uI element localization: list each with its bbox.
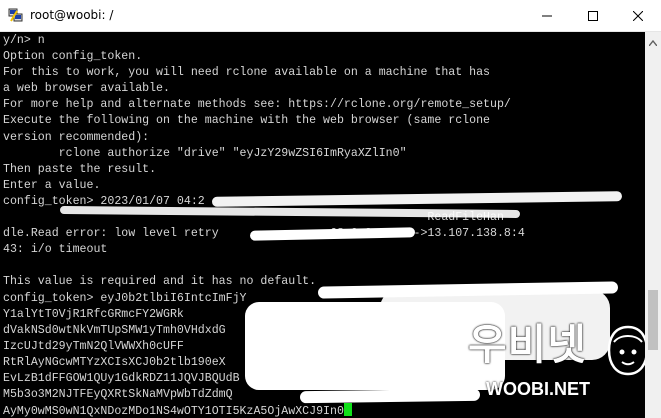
title-bar[interactable]: root@woobi: /: [0, 0, 661, 32]
redaction-mark: [299, 388, 481, 404]
terminal-line: y/n> n: [3, 34, 45, 47]
scroll-thumb[interactable]: [648, 290, 658, 350]
terminal-line: Option config_token.: [3, 50, 143, 64]
minimize-icon: [542, 6, 552, 25]
terminal-line: version recommended):: [3, 130, 150, 144]
terminal-window: root@woobi: / y/n> n Option config_token…: [0, 0, 661, 418]
terminal-line: 43: i/o timeout: [3, 243, 108, 257]
watermark: 우비넷 WOOBI.NET: [468, 318, 658, 414]
scroll-up-button[interactable]: [645, 32, 661, 48]
watermark-korean-text: 우비넷: [468, 320, 587, 369]
terminal-line: For this to work, you will need rclone a…: [3, 66, 491, 80]
putty-icon[interactable]: [8, 7, 24, 23]
window-title: root@woobi: /: [30, 8, 114, 22]
terminal-line: Execute the following on the machine wit…: [3, 114, 491, 128]
terminal-line: For more help and alternate methods see:…: [3, 98, 511, 112]
terminal-cursor: [343, 403, 352, 417]
terminal-last-line-text: AyMy0wMS0wN1QxNDozMDo1NS4wOTY1OTI5KzA5Oj…: [3, 405, 344, 418]
maximize-button[interactable]: [570, 0, 616, 31]
close-button[interactable]: [615, 0, 661, 31]
watermark-url: WOOBI.NET: [486, 379, 590, 399]
minimize-button[interactable]: [524, 0, 570, 31]
scroll-up-arrow-icon: [648, 31, 658, 50]
maximize-icon: [588, 6, 598, 25]
terminal-line: Then paste the result.: [3, 162, 157, 176]
vertical-scrollbar[interactable]: [645, 32, 661, 418]
terminal-line: rclone authorize "drive" "eyJzY29wZSI6Im…: [3, 146, 407, 160]
terminal-line: a web browser available.: [3, 82, 170, 96]
close-icon: [632, 6, 644, 25]
